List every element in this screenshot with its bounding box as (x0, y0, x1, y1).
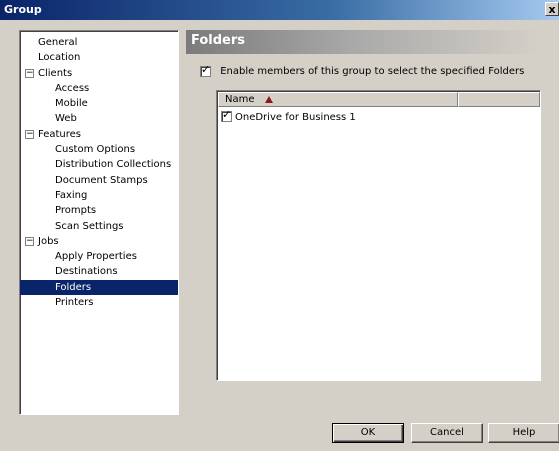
tree-item-scan-settings[interactable]: Scan Settings (20, 219, 178, 234)
folders-list[interactable]: Name ✓ OneDrive for Business 1 (216, 90, 541, 381)
enable-folders-label[interactable]: Enable members of this group to select t… (220, 66, 524, 77)
collapse-icon[interactable]: − (25, 129, 34, 139)
tree-item-custom-options[interactable]: Custom Options (20, 142, 178, 157)
tree-item-distribution-collections[interactable]: Distribution Collections (20, 157, 178, 172)
tree-item-printers[interactable]: Printers (20, 295, 178, 310)
panel-title: Folders (191, 33, 246, 48)
tree-item-label: Location (38, 52, 81, 64)
tree-item-label: Custom Options (55, 144, 136, 156)
panel-header: Folders (186, 30, 559, 54)
tree-item-location[interactable]: Location (20, 50, 178, 65)
tree-item-prompts[interactable]: Prompts (20, 203, 178, 218)
category-tree[interactable]: General Location − Clients Access Mobile Web − F… (19, 30, 179, 415)
tree-item-label: Printers (55, 297, 94, 309)
tree-item-access[interactable]: Access (20, 81, 178, 96)
checkmark-icon: ✓ (201, 63, 211, 76)
close-button[interactable]: x (545, 2, 559, 16)
folder-checkbox[interactable]: ✓ (221, 108, 232, 122)
enable-folders-checkbox[interactable]: ✓ (200, 63, 211, 77)
tree-item-label: Prompts (55, 205, 97, 217)
tree-item-label: Apply Properties (55, 251, 137, 263)
sort-ascending-icon (264, 96, 273, 103)
tree-group-features[interactable]: − Features (20, 127, 178, 142)
tree-group-jobs[interactable]: − Jobs (20, 234, 178, 249)
tree-item-general[interactable]: General (20, 35, 178, 50)
help-button[interactable]: Help (488, 423, 559, 443)
tree-item-label: Web (55, 113, 77, 125)
ok-button[interactable]: OK (332, 423, 404, 443)
tree-item-label: General (38, 37, 78, 48)
collapse-icon[interactable]: − (25, 68, 34, 78)
tree-item-label: Folders (55, 281, 92, 293)
column-header-name-label: Name (225, 94, 255, 105)
tree-item-label: Access (55, 82, 90, 94)
tree-item-label: Scan Settings (55, 220, 124, 232)
tree-group-clients[interactable]: − Clients (20, 66, 178, 81)
tree-item-label: Jobs (38, 235, 59, 247)
tree-item-destinations[interactable]: Destinations (20, 264, 178, 279)
tree-item-web[interactable]: Web (20, 111, 178, 126)
enable-folders-option[interactable]: ✓ Enable members of this group to select… (200, 63, 524, 78)
tree-item-folders[interactable]: Folders (20, 279, 178, 296)
tree-item-label: Features (38, 128, 81, 140)
list-item[interactable]: ✓ OneDrive for Business 1 (221, 108, 356, 125)
tree-item-faxing[interactable]: Faxing (20, 188, 178, 203)
list-header: Name (218, 92, 540, 107)
tree-item-mobile[interactable]: Mobile (20, 96, 178, 111)
window-title: Group (4, 3, 42, 16)
tree-item-label: Document Stamps (55, 174, 148, 186)
tree-item-label: Mobile (55, 98, 88, 110)
tree-item-document-stamps[interactable]: Document Stamps (20, 173, 178, 188)
title-bar[interactable]: Group x (0, 0, 559, 20)
checkmark-icon: ✓ (222, 108, 232, 121)
tree-item-label: Destinations (55, 266, 118, 278)
tree-item-apply-properties[interactable]: Apply Properties (20, 249, 178, 264)
tree-item-label: Distribution Collections (55, 159, 172, 171)
group-dialog: Group x General Location − Clients Access Mob… (0, 0, 559, 451)
column-header-empty[interactable] (458, 92, 540, 107)
folder-label: OneDrive for Business 1 (235, 112, 356, 123)
collapse-icon[interactable]: − (25, 236, 34, 246)
tree-item-label: Clients (38, 67, 73, 79)
tree-item-label: Faxing (55, 189, 88, 201)
column-header-name[interactable]: Name (218, 92, 458, 107)
cancel-button[interactable]: Cancel (411, 423, 483, 443)
